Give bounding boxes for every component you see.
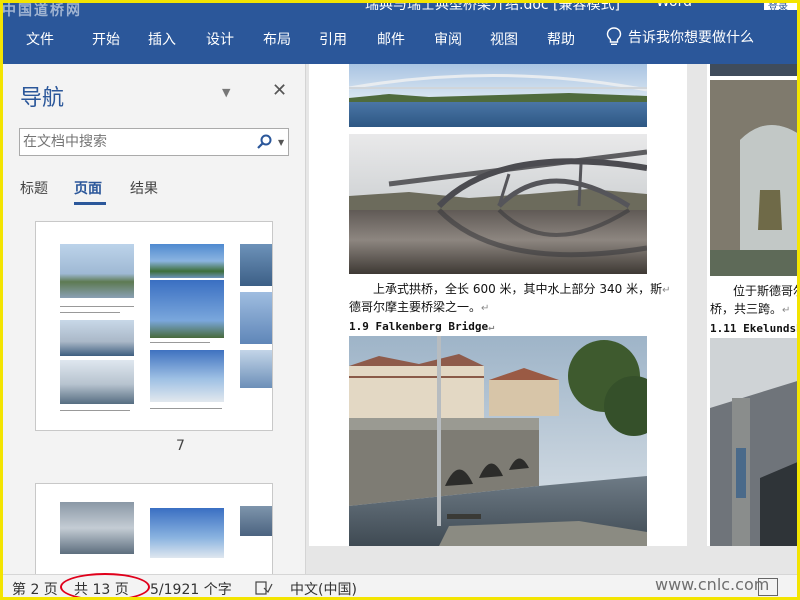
paragraph-text: 德哥尔摩主要桥梁之一。 bbox=[349, 300, 482, 314]
thumbnail-photo bbox=[240, 350, 272, 388]
right-section-heading: 1.11 Ekelundsbro bbox=[710, 322, 800, 335]
thumbnail-text-line bbox=[60, 306, 134, 307]
thumbnail-photo bbox=[150, 350, 224, 402]
tab-headings[interactable]: 标题 bbox=[20, 178, 48, 198]
paragraph-text: 上承式拱桥，全长 600 米，其中水上部分 340 米，斯 bbox=[373, 282, 663, 296]
language-indicator[interactable]: 中文(中国) bbox=[290, 579, 357, 599]
search-input[interactable] bbox=[20, 129, 250, 155]
thumbnail-text-line bbox=[150, 342, 210, 343]
thumbnail-photo bbox=[240, 506, 272, 536]
title-bar: 瑞典与瑞士典型桥梁介绍.doc [兼容模式] Word 登录 bbox=[0, 0, 800, 14]
page-thumbnail-8[interactable] bbox=[35, 483, 273, 574]
search-icon[interactable] bbox=[256, 134, 272, 150]
active-tab-indicator bbox=[74, 202, 106, 205]
highlight-circle bbox=[60, 573, 150, 600]
tab-view[interactable]: 视图 bbox=[490, 29, 518, 49]
thumbnail-page-number: 7 bbox=[176, 438, 185, 454]
tab-review[interactable]: 审阅 bbox=[434, 29, 462, 49]
right-paragraph-line: 位于斯德哥尔 bbox=[733, 282, 800, 300]
app-name: Word bbox=[656, 0, 692, 10]
document-title: 瑞典与瑞士典型桥梁介绍.doc [兼容模式] bbox=[365, 0, 620, 13]
document-area[interactable]: 上承式拱桥，全长 600 米，其中水上部分 340 米，斯↵ 德哥尔摩主要桥梁之… bbox=[307, 64, 800, 574]
tab-layout[interactable]: 布局 bbox=[263, 29, 291, 49]
status-bar: 第 2 页 共 13 页 5/1921 个字 中文(中国) www.cnlc.c… bbox=[0, 573, 800, 600]
thumbnail-photo bbox=[240, 244, 272, 286]
right-paragraph-line: 桥，共三跨。↵ bbox=[710, 300, 790, 320]
heading-text: 1.11 Ekelundsbro bbox=[710, 322, 800, 335]
thumbnail-photo bbox=[240, 292, 272, 344]
nav-search-box: ▼ bbox=[19, 128, 289, 156]
proofing-icon[interactable] bbox=[255, 580, 273, 596]
bridge-photo-1 bbox=[349, 64, 647, 127]
tab-design[interactable]: 设计 bbox=[206, 29, 234, 49]
tab-insert[interactable]: 插入 bbox=[148, 29, 176, 49]
page-indicator[interactable]: 第 2 页 bbox=[12, 579, 58, 599]
thumbnail-photo bbox=[60, 502, 134, 554]
chevron-down-icon[interactable]: ▼ bbox=[278, 138, 284, 147]
word-count[interactable]: 5/1921 个字 bbox=[150, 579, 232, 599]
thumbnail-photo bbox=[150, 244, 224, 278]
tab-mailings[interactable]: 邮件 bbox=[377, 29, 405, 49]
bridge-photo-top-right bbox=[710, 64, 800, 76]
thumbnail-photo bbox=[150, 508, 224, 558]
tab-file[interactable]: 文件 bbox=[26, 29, 54, 49]
paragraph-mark: ↵ bbox=[488, 322, 495, 333]
tab-pages[interactable]: 页面 bbox=[74, 178, 102, 198]
stone-arch-photo bbox=[710, 80, 800, 276]
document-page[interactable]: 上承式拱桥，全长 600 米，其中水上部分 340 米，斯↵ 德哥尔摩主要桥梁之… bbox=[309, 64, 687, 546]
paragraph-line: 上承式拱桥，全长 600 米，其中水上部分 340 米，斯↵ bbox=[373, 280, 670, 300]
page-thumbnail-7[interactable] bbox=[35, 221, 273, 431]
paragraph-line: 德哥尔摩主要桥梁之一。↵ bbox=[349, 298, 489, 318]
bridge-photo-2 bbox=[349, 134, 647, 274]
close-icon[interactable]: ✕ bbox=[272, 80, 287, 101]
heading-text: 1.9 Falkenberg Bridge bbox=[349, 320, 489, 333]
document-page-right[interactable]: 位于斯德哥尔 桥，共三跨。↵ 1.11 Ekelundsbro bbox=[707, 64, 800, 546]
thumbnail-photo bbox=[150, 280, 224, 338]
sign-in-button[interactable]: 登录 bbox=[764, 0, 800, 13]
paragraph-mark: ↵ bbox=[481, 303, 490, 314]
right-paragraph-text: 位于斯德哥尔 bbox=[733, 284, 800, 298]
bridge-photo-3 bbox=[349, 336, 647, 546]
print-layout-view-icon[interactable] bbox=[758, 578, 778, 596]
nav-title: 导航 bbox=[20, 86, 65, 111]
pane-options-icon[interactable]: ▼ bbox=[222, 86, 230, 99]
section-heading: 1.9 Falkenberg Bridge↵ bbox=[349, 320, 494, 333]
ribbon-tabs: 文件 开始 插入 设计 布局 引用 邮件 审阅 视图 帮助 告诉我你想要做什么 bbox=[0, 14, 800, 64]
navigation-pane: 导航 ▼ ✕ ▼ 标题 页面 结果 7 bbox=[0, 64, 306, 574]
tab-references[interactable]: 引用 bbox=[319, 29, 347, 49]
thumbnail-text-line bbox=[60, 410, 130, 411]
line-break-mark: ↵ bbox=[662, 285, 671, 296]
paragraph-mark: ↵ bbox=[782, 305, 791, 316]
tab-help[interactable]: 帮助 bbox=[547, 29, 575, 49]
tell-me-box[interactable]: 告诉我你想要做什么 bbox=[606, 27, 754, 47]
thumbnail-text-line bbox=[150, 408, 222, 409]
thumbnail-text-line bbox=[60, 312, 120, 313]
site-watermark: www.cnlc.com bbox=[655, 575, 770, 594]
watermark: 中国道桥网 bbox=[2, 3, 82, 19]
tab-results[interactable]: 结果 bbox=[130, 178, 158, 198]
right-paragraph-text: 桥，共三跨。 bbox=[710, 302, 783, 316]
thumbnail-photo bbox=[60, 360, 134, 404]
lightbulb-icon bbox=[606, 27, 622, 45]
tell-me-label: 告诉我你想要做什么 bbox=[628, 30, 754, 46]
thumbnail-photo bbox=[60, 244, 134, 298]
thumbnail-photo bbox=[60, 320, 134, 356]
bridge-underside-photo bbox=[710, 338, 800, 546]
tab-home[interactable]: 开始 bbox=[92, 29, 120, 49]
